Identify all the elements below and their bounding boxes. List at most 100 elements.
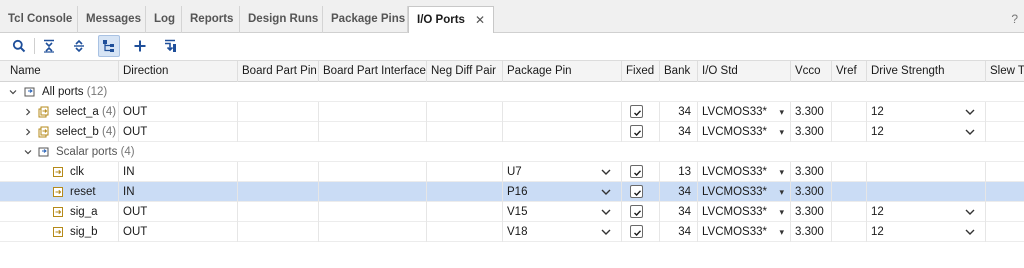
column-header-board-part-interface[interactable]: Board Part Interface xyxy=(319,61,427,82)
column-header-io-std[interactable]: I/O Std xyxy=(698,61,791,82)
board-part-interface-cell xyxy=(319,162,427,182)
package-pin-cell[interactable]: P16 xyxy=(503,182,622,202)
fixed-cell xyxy=(622,102,660,122)
chevron-down-icon[interactable] xyxy=(965,128,975,136)
tab-io-ports[interactable]: I/O Ports ✕ xyxy=(408,6,494,34)
fixed-cell xyxy=(622,222,660,242)
fixed-checkbox[interactable] xyxy=(630,185,643,198)
vcco-cell: 3.300 xyxy=(791,182,832,202)
neg-diff-pair-cell xyxy=(427,122,503,142)
tab-messages[interactable]: Messages xyxy=(78,6,146,33)
port-icon xyxy=(53,187,63,197)
checkmark-icon xyxy=(634,170,641,176)
package-pin-cell[interactable]: V18 xyxy=(503,222,622,242)
add-icon[interactable] xyxy=(129,35,151,57)
package-pin-cell[interactable] xyxy=(503,102,622,122)
slew-type-cell xyxy=(986,102,1024,122)
port-name: clk xyxy=(66,162,119,182)
tab-reports[interactable]: Reports xyxy=(182,6,240,33)
dropdown-marker-icon[interactable]: ▾ xyxy=(779,122,784,142)
io-std-cell[interactable]: LVCMOS33* ▾ xyxy=(698,182,791,202)
fixed-checkbox[interactable] xyxy=(630,225,643,238)
dropdown-marker-icon[interactable]: ▾ xyxy=(779,102,784,122)
table-row-clk[interactable]: clk IN U7 13 LVCMOS33* ▾ 3.300 xyxy=(0,162,1024,182)
chevron-down-icon[interactable] xyxy=(601,228,611,236)
column-header-board-part-pin[interactable]: Board Part Pin xyxy=(238,61,319,82)
chevron-down-icon[interactable] xyxy=(965,208,975,216)
chevron-down-icon[interactable] xyxy=(24,148,32,156)
column-header-drive-strength[interactable]: Drive Strength xyxy=(867,61,986,82)
expand-all-icon[interactable] xyxy=(68,35,90,57)
bus-port-icon xyxy=(38,106,49,118)
drive-strength-cell[interactable] xyxy=(867,182,986,202)
table-row-select-b[interactable]: select_b (4) OUT 34 LVCMOS33* ▾ 3.300 12 xyxy=(0,122,1024,142)
drive-strength-cell[interactable] xyxy=(867,162,986,182)
tree-row-all-ports[interactable]: All ports (12) xyxy=(0,82,1024,102)
chevron-right-icon[interactable] xyxy=(24,108,32,116)
table-row-reset[interactable]: reset IN P16 34 LVCMOS33* ▾ 3.300 xyxy=(0,182,1024,202)
chevron-down-icon[interactable] xyxy=(601,188,611,196)
collapse-all-icon[interactable] xyxy=(38,35,60,57)
chevron-right-icon[interactable] xyxy=(24,128,32,136)
column-header-bank[interactable]: Bank xyxy=(660,61,698,82)
chevron-down-icon[interactable] xyxy=(601,168,611,176)
column-header-neg-diff-pair[interactable]: Neg Diff Pair xyxy=(427,61,503,82)
table-row-select-a[interactable]: select_a (4) OUT 34 LVCMOS33* ▾ 3.300 12 xyxy=(0,102,1024,122)
group-label: Scalar ports (4) xyxy=(56,146,135,158)
drive-strength-cell[interactable]: 12 xyxy=(867,122,986,142)
chevron-down-icon[interactable] xyxy=(601,208,611,216)
package-pin-cell[interactable]: U7 xyxy=(503,162,622,182)
column-header-fixed[interactable]: Fixed xyxy=(622,61,660,82)
io-std-cell[interactable]: LVCMOS33* ▾ xyxy=(698,102,791,122)
tree-row-scalar-ports[interactable]: Scalar ports (4) xyxy=(0,142,1024,162)
fixed-checkbox[interactable] xyxy=(630,165,643,178)
fixed-cell xyxy=(622,162,660,182)
column-header-name[interactable]: Name xyxy=(6,61,119,82)
tab-tcl-console[interactable]: Tcl Console xyxy=(0,6,78,33)
board-part-pin-cell xyxy=(238,102,319,122)
board-part-pin-cell xyxy=(238,182,319,202)
direction-cell: IN xyxy=(119,162,238,182)
fixed-checkbox[interactable] xyxy=(630,105,643,118)
close-icon[interactable]: ✕ xyxy=(475,7,485,33)
fixed-checkbox[interactable] xyxy=(630,205,643,218)
chevron-down-icon[interactable] xyxy=(965,228,975,236)
port-icon xyxy=(53,167,63,177)
package-pin-cell[interactable]: V15 xyxy=(503,202,622,222)
help-button[interactable]: ? xyxy=(1011,12,1018,26)
column-header-package-pin[interactable]: Package Pin xyxy=(503,61,622,82)
table-row-sig-a[interactable]: sig_a OUT V15 34 LVCMOS33* ▾ 3.300 12 xyxy=(0,202,1024,222)
chevron-down-icon[interactable] xyxy=(9,88,17,96)
dropdown-marker-icon[interactable]: ▾ xyxy=(779,182,784,202)
tab-label: Package Pins xyxy=(331,13,406,25)
column-header-vref[interactable]: Vref xyxy=(832,61,867,82)
table-row-sig-b[interactable]: sig_b OUT V18 34 LVCMOS33* ▾ 3.300 12 xyxy=(0,222,1024,242)
dropdown-marker-icon[interactable]: ▾ xyxy=(779,222,784,242)
dropdown-marker-icon[interactable]: ▾ xyxy=(779,202,784,222)
drive-strength-cell[interactable]: 12 xyxy=(867,102,986,122)
board-part-interface-cell xyxy=(319,102,427,122)
search-icon[interactable] xyxy=(8,35,30,57)
dropdown-marker-icon[interactable]: ▾ xyxy=(779,162,784,182)
fixed-checkbox[interactable] xyxy=(630,125,643,138)
board-part-pin-cell xyxy=(238,162,319,182)
package-pin-cell[interactable] xyxy=(503,122,622,142)
column-header-vcco[interactable]: Vcco xyxy=(791,61,832,82)
drive-strength-cell[interactable]: 12 xyxy=(867,202,986,222)
tab-log[interactable]: Log xyxy=(146,6,182,33)
column-header-slew-type[interactable]: Slew Ty xyxy=(986,61,1024,82)
io-std-cell[interactable]: LVCMOS33* ▾ xyxy=(698,122,791,142)
bank-cell: 34 xyxy=(660,202,698,222)
drive-strength-cell[interactable]: 12 xyxy=(867,222,986,242)
column-header-direction[interactable]: Direction xyxy=(119,61,238,82)
group-by-interface-icon[interactable] xyxy=(98,35,120,57)
tab-design-runs[interactable]: Design Runs xyxy=(240,6,323,33)
chevron-down-icon[interactable] xyxy=(965,108,975,116)
port-name: select_a (4) xyxy=(52,102,119,122)
board-part-pin-cell xyxy=(238,202,319,222)
auto-assign-icon[interactable] xyxy=(159,35,181,57)
io-std-cell[interactable]: LVCMOS33* ▾ xyxy=(698,202,791,222)
io-std-cell[interactable]: LVCMOS33* ▾ xyxy=(698,222,791,242)
io-std-cell[interactable]: LVCMOS33* ▾ xyxy=(698,162,791,182)
tab-package-pins[interactable]: Package Pins xyxy=(323,6,408,33)
